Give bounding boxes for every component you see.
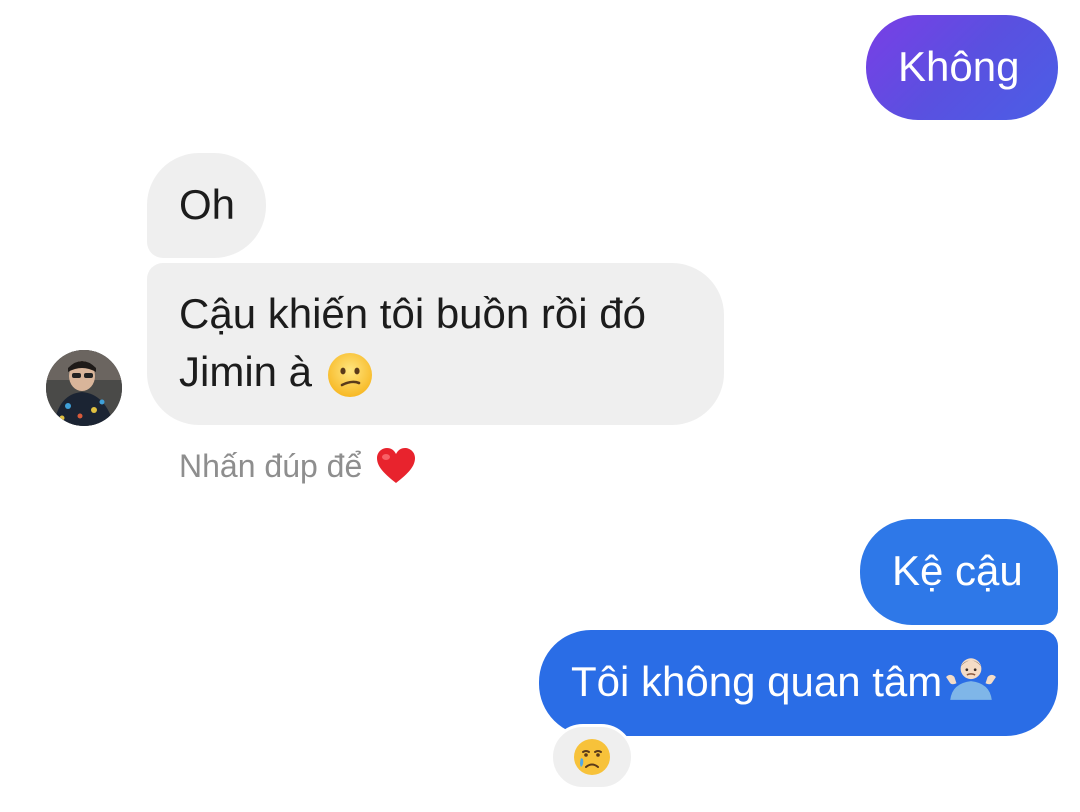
incoming-message-bubble[interactable]: Oh [147, 153, 266, 258]
message-text-line-2: Jimin à [179, 343, 692, 401]
red-heart-icon [377, 448, 416, 483]
message-reaction[interactable] [550, 724, 634, 790]
message-text: Jimin à [179, 348, 313, 395]
message-text: Tôi không quan tâm [571, 658, 943, 705]
profile-photo [46, 350, 122, 426]
message-text: Kệ cậu [892, 547, 1023, 594]
outgoing-message-bubble[interactable]: Kệ cậu [860, 519, 1058, 625]
crying-face-icon [574, 739, 610, 775]
confused-face-icon [328, 352, 373, 397]
chat-thread: Không Oh Cậu khiến tôi buồn rồi đó Jimin… [0, 0, 1080, 812]
message-text: Oh [179, 181, 236, 228]
incoming-message-bubble[interactable]: Cậu khiến tôi buồn rồi đó Jimin à [147, 263, 724, 425]
outgoing-message-bubble[interactable]: Tôi không quan tâm [539, 630, 1058, 736]
outgoing-message-bubble[interactable]: Không [866, 15, 1058, 120]
message-text: Không [898, 43, 1020, 90]
avatar[interactable] [46, 350, 122, 426]
person-shrugging-icon [946, 658, 997, 700]
message-text-line-1: Cậu khiến tôi buồn rồi đó [179, 290, 646, 337]
double-tap-hint: Nhấn đúp để [179, 444, 417, 488]
hint-text: Nhấn đúp để [179, 448, 363, 484]
